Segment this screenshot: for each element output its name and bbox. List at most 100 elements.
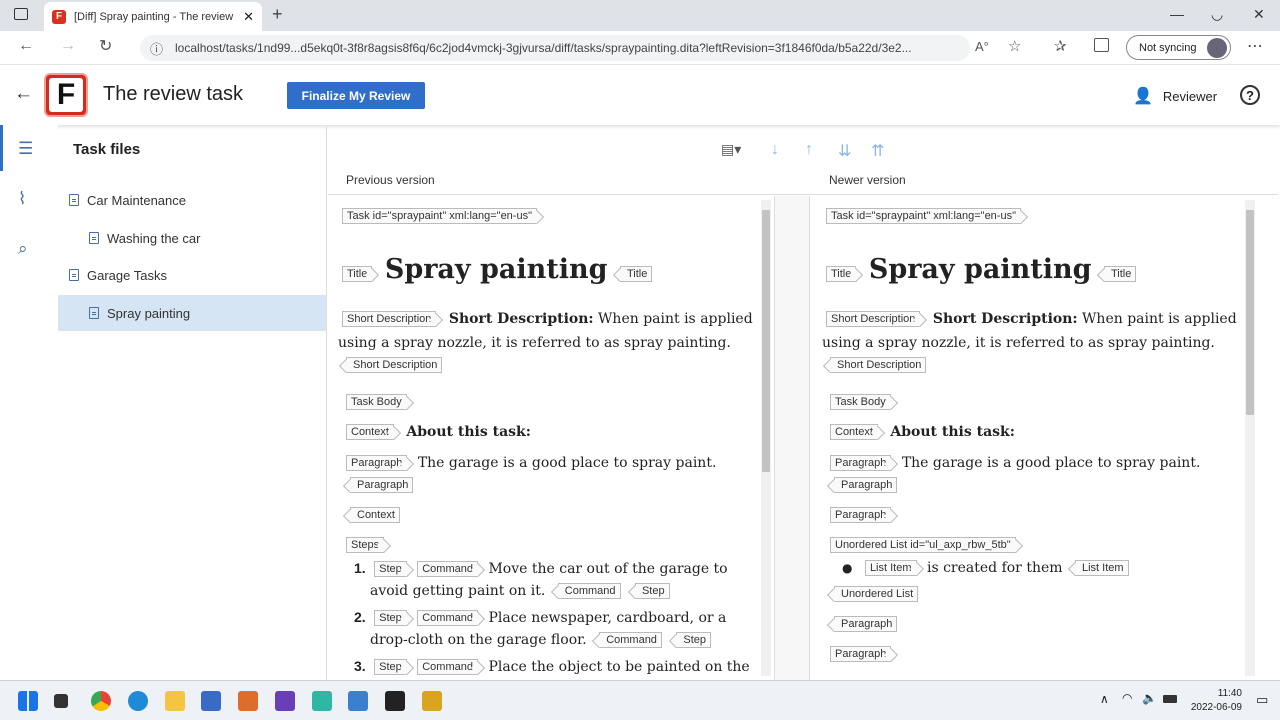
app-icon[interactable] bbox=[238, 691, 258, 711]
file-explorer-icon[interactable] bbox=[165, 691, 185, 711]
scrollbar-thumb[interactable] bbox=[762, 210, 770, 472]
taskbody-tag: Task Body bbox=[346, 394, 407, 410]
window-close-icon[interactable]: ✕ bbox=[1253, 6, 1265, 23]
topic-title: Spray painting bbox=[868, 254, 1092, 285]
more-options-icon[interactable]: ⋯ bbox=[1247, 36, 1263, 56]
back-arrow-icon[interactable]: ← bbox=[14, 83, 33, 105]
app-icon[interactable] bbox=[312, 691, 332, 711]
panel-heading: Task files bbox=[73, 141, 141, 158]
system-clock[interactable]: 11:40 2022-06-09 bbox=[1191, 687, 1242, 715]
url-field[interactable]: ⓘ localhost/tasks/1nd99...d5ekq0t-3f8r8a… bbox=[140, 35, 970, 61]
paragraph-close-tag: Paragraph bbox=[350, 477, 414, 493]
title-open-tag: Title bbox=[342, 266, 373, 282]
step-close-tag: Step bbox=[676, 632, 712, 648]
sync-label: Not syncing bbox=[1139, 41, 1197, 54]
tree-item-label: Washing the car bbox=[107, 230, 201, 246]
logo-letter: F bbox=[49, 78, 83, 112]
tab-actions-icon[interactable] bbox=[14, 8, 28, 20]
favicon-icon: F bbox=[52, 9, 66, 24]
edge-icon[interactable] bbox=[128, 691, 148, 711]
paragraph-close-tag: Paragraph bbox=[834, 616, 898, 632]
user-icon: 👤 bbox=[1133, 88, 1153, 105]
task-tag: Task id="spraypaint" xml:lang="en-us" bbox=[342, 208, 537, 224]
tree-item-washing-the-car[interactable]: Washing the car bbox=[89, 220, 200, 256]
diff-options-icon[interactable]: ▤▾ bbox=[721, 141, 741, 158]
tree-item-spray-painting[interactable]: Spray painting bbox=[89, 295, 190, 331]
scrollbar-thumb[interactable] bbox=[1246, 210, 1254, 415]
paragraph-open-tag: Paragraph bbox=[830, 646, 892, 662]
new-tab-icon[interactable]: + bbox=[272, 4, 283, 25]
rail-selection-indicator bbox=[0, 125, 3, 171]
restore-icon[interactable]: ◡ bbox=[1211, 6, 1223, 23]
battery-icon[interactable] bbox=[1163, 695, 1177, 703]
shortdesc-text: When paint is applied bbox=[598, 311, 753, 327]
clock-date: 2022-06-09 bbox=[1190, 702, 1242, 713]
previous-change-icon[interactable]: ↑ bbox=[805, 141, 813, 159]
minimize-icon[interactable]: — bbox=[1170, 6, 1184, 22]
collections-icon[interactable] bbox=[1094, 38, 1109, 52]
activity-icon[interactable]: ⌇ bbox=[18, 189, 26, 209]
browser-tab[interactable]: F [Diff] Spray painting - The review tas… bbox=[44, 2, 262, 31]
step-close-tag: Step bbox=[634, 583, 670, 599]
user-menu[interactable]: 👤 Reviewer bbox=[1133, 86, 1217, 106]
read-aloud-icon[interactable]: A° bbox=[975, 39, 989, 54]
tree-item-label: Garage Tasks bbox=[87, 267, 167, 283]
title-close-tag: Title bbox=[619, 266, 653, 282]
shortdesc-text-cont: using a spray nozzle, it is referred to … bbox=[822, 335, 1215, 351]
step-number: 3. bbox=[354, 658, 366, 674]
task-files-icon[interactable]: ☰ bbox=[18, 139, 33, 159]
app-icon[interactable] bbox=[275, 691, 295, 711]
task-files-panel: Task files Car Maintenance Washing the c… bbox=[58, 125, 327, 680]
list-item: ● List Item is created for them List Ite… bbox=[842, 560, 1131, 576]
favorite-add-icon[interactable]: ☆ bbox=[1008, 37, 1021, 55]
unordered-list-open-tag: Unordered List id="ul_axp_rbw_5tb" bbox=[830, 537, 1016, 553]
tray-chevron-icon[interactable]: ∧ bbox=[1100, 692, 1109, 706]
clock-time: 11:40 bbox=[1217, 688, 1242, 699]
side-rail: ☰ ⌇ ⌕ bbox=[0, 125, 58, 680]
close-tab-icon[interactable]: ✕ bbox=[243, 9, 254, 25]
favorites-icon[interactable]: ✰ bbox=[1054, 37, 1067, 55]
wifi-icon[interactable]: ◠ bbox=[1122, 691, 1132, 705]
newer-version-pane: Task id="spraypaint" xml:lang="en-us" Ti… bbox=[812, 196, 1240, 680]
sync-status-button[interactable]: Not syncing bbox=[1126, 35, 1231, 60]
tree-item-garage-tasks[interactable]: Garage Tasks bbox=[69, 257, 167, 293]
previous-version-pane: Task id="spraypaint" xml:lang="en-us" Ti… bbox=[328, 196, 758, 680]
step-item: 2. Step Command Place newspaper, cardboa… bbox=[354, 609, 726, 626]
shortdesc-close-tag: Short Description bbox=[346, 357, 443, 373]
task-tag: Task id="spraypaint" xml:lang="en-us" bbox=[826, 208, 1021, 224]
terminal-icon[interactable] bbox=[385, 691, 405, 711]
app-icon[interactable] bbox=[422, 691, 442, 711]
next-change-icon[interactable]: ↓ bbox=[771, 141, 779, 159]
start-icon[interactable] bbox=[18, 691, 38, 711]
shortdesc-open-tag: Short Description bbox=[342, 311, 437, 327]
chrome-icon[interactable] bbox=[91, 691, 111, 711]
user-label: Reviewer bbox=[1162, 88, 1218, 104]
back-icon[interactable]: ← bbox=[18, 37, 34, 55]
context-open-tag: Context bbox=[346, 424, 394, 440]
reload-icon[interactable]: ↻ bbox=[99, 36, 112, 56]
site-info-icon[interactable]: ⓘ bbox=[150, 39, 163, 58]
volume-icon[interactable]: 🔈 bbox=[1142, 691, 1157, 705]
help-icon[interactable]: ? bbox=[1240, 85, 1260, 105]
notifications-icon[interactable]: ▭ bbox=[1256, 692, 1268, 708]
list-item-open-tag: List Item bbox=[864, 560, 917, 576]
last-change-icon[interactable]: ⇊ bbox=[838, 141, 851, 161]
list-item-close-tag: List Item bbox=[1074, 560, 1129, 576]
task-view-icon[interactable] bbox=[54, 694, 68, 708]
shortdesc-text-cont: using a spray nozzle, it is referred to … bbox=[338, 335, 731, 351]
tree-item-car-maintenance[interactable]: Car Maintenance bbox=[69, 182, 186, 218]
left-pane-scrollbar[interactable] bbox=[761, 200, 771, 676]
forward-icon[interactable]: → bbox=[60, 37, 76, 55]
tree-item-label: Spray painting bbox=[107, 305, 191, 321]
title-close-tag: Title bbox=[1103, 266, 1137, 282]
app-icon[interactable] bbox=[201, 691, 221, 711]
app-icon[interactable] bbox=[348, 691, 368, 711]
right-pane-scrollbar[interactable] bbox=[1245, 200, 1255, 676]
paragraph-open-tag: Paragraph bbox=[830, 455, 892, 471]
header-divider bbox=[328, 194, 1278, 195]
search-review-icon[interactable]: ⌕ bbox=[18, 239, 28, 259]
first-change-icon[interactable]: ⇈ bbox=[871, 141, 884, 161]
browser-tab-bar: F [Diff] Spray painting - The review tas… bbox=[0, 0, 1280, 31]
finalize-review-button[interactable]: Finalize My Review bbox=[287, 82, 425, 109]
document-icon bbox=[89, 307, 99, 319]
